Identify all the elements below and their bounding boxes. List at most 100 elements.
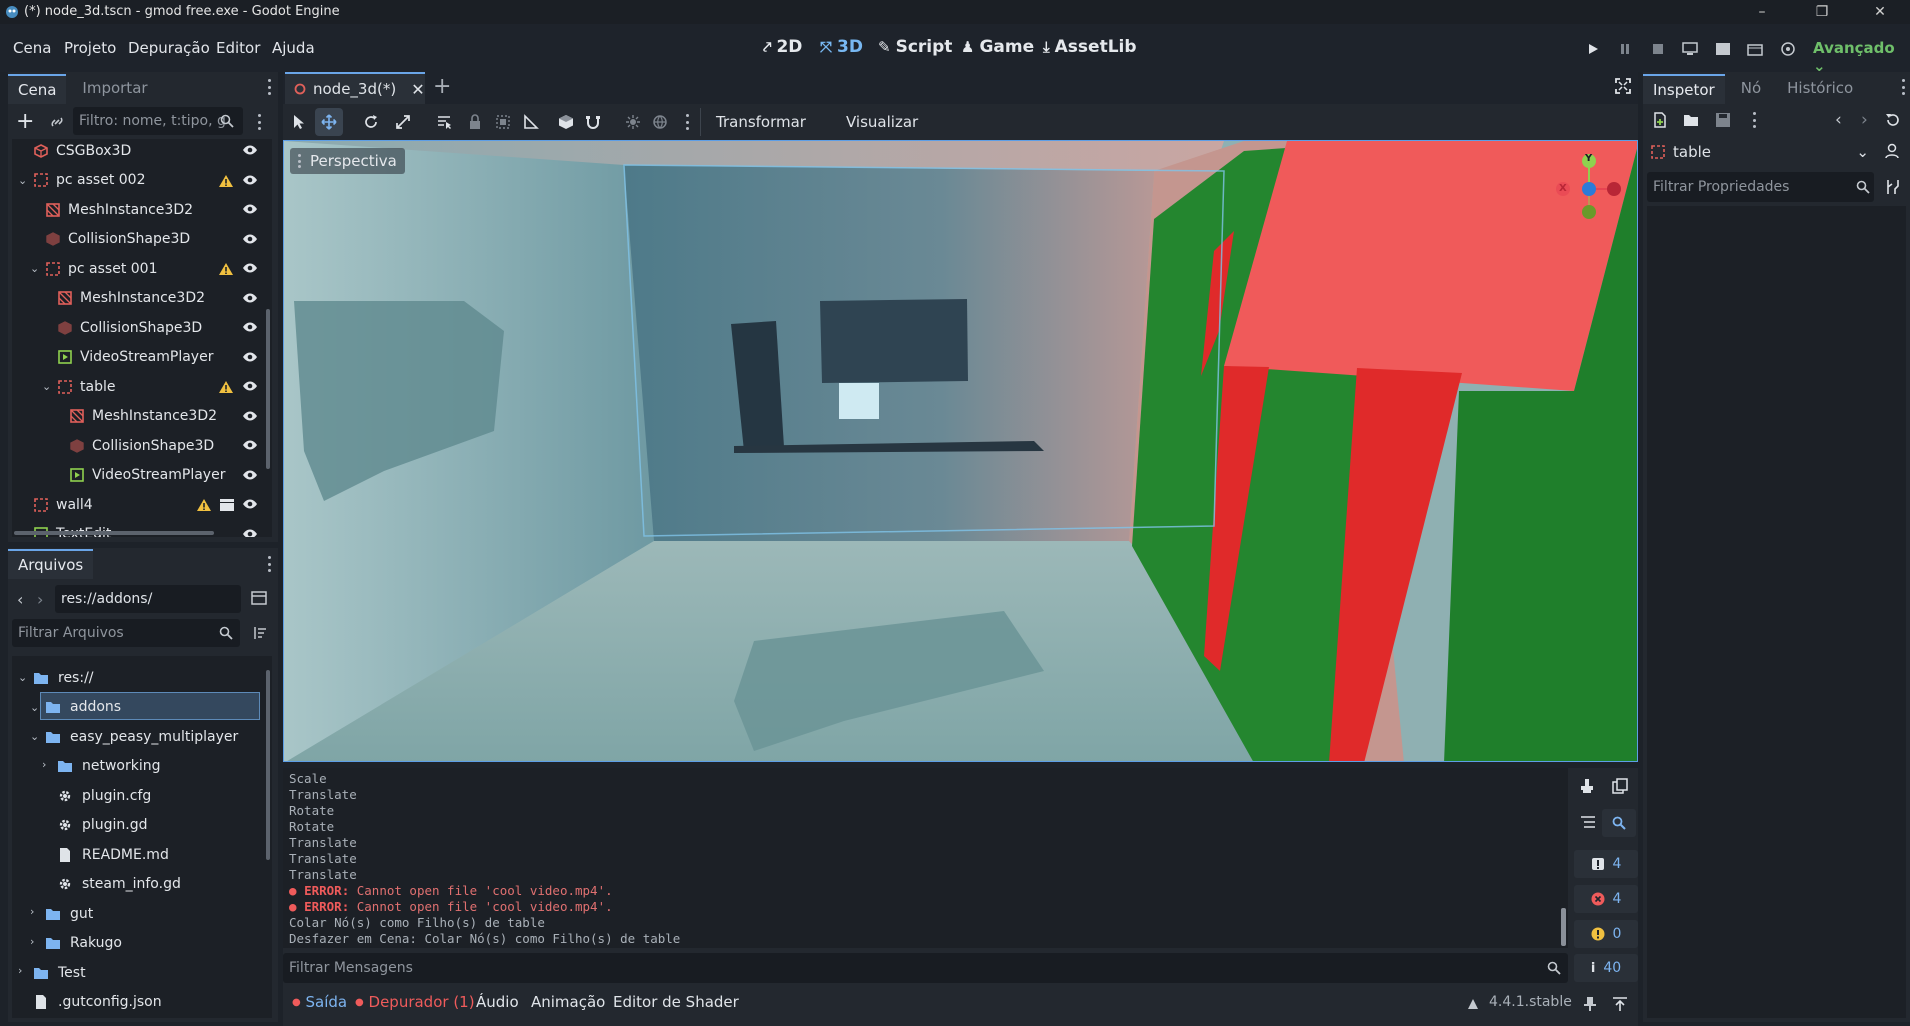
tab-animation[interactable]: Animação (531, 993, 605, 1011)
play-scene-icon[interactable] (1711, 38, 1735, 60)
scene-node-row[interactable]: CSGBox3D (32, 139, 272, 165)
visibility-eye-icon[interactable] (242, 203, 258, 215)
property-tools-icon[interactable] (1885, 179, 1901, 195)
file-row[interactable]: › Rakugo (30, 929, 122, 958)
move-tool-icon[interactable] (315, 108, 343, 136)
visibility-eye-icon[interactable] (242, 351, 258, 363)
expand-arrow-icon[interactable]: ⌄ (42, 380, 51, 393)
filter-messages-toggle[interactable]: 4 (1574, 850, 1638, 878)
dock-menu-icon[interactable] (266, 79, 272, 95)
pin-icon[interactable] (1583, 996, 1597, 1012)
scene-node-row[interactable]: VideoStreamPlayer (56, 343, 272, 372)
expand-arrow-icon[interactable]: › (42, 758, 46, 771)
visibility-eye-icon[interactable] (242, 380, 258, 392)
expand-arrow-icon[interactable]: › (30, 905, 34, 918)
close-tab-icon[interactable]: ✕ (411, 80, 424, 99)
file-row[interactable]: › Test (18, 958, 86, 987)
expand-arrow-icon[interactable]: ⌄ (30, 262, 39, 275)
tab-inspector[interactable]: Inspetor (1643, 74, 1725, 104)
scene-options-icon[interactable] (256, 114, 262, 130)
tab-cena[interactable]: Cena (8, 74, 67, 104)
file-row[interactable]: › networking (42, 752, 161, 781)
mode-script-button[interactable]: ✎ Script (878, 37, 952, 57)
pause-button[interactable] (1613, 38, 1637, 60)
local-space-icon[interactable] (558, 114, 574, 130)
scene-node-row[interactable]: MeshInstance3D2 (44, 195, 272, 224)
visibility-eye-icon[interactable] (242, 469, 258, 481)
tab-history[interactable]: Histórico (1777, 74, 1863, 104)
copy-output-icon[interactable] (1612, 778, 1628, 794)
scene-node-row[interactable]: ⌄ pc asset 002 (18, 166, 272, 195)
visibility-eye-icon[interactable] (242, 292, 258, 304)
link-icon[interactable] (49, 114, 65, 130)
warning-icon[interactable] (218, 380, 234, 394)
scene-node-row[interactable]: CollisionShape3D (56, 313, 272, 342)
history-back-icon[interactable]: ‹ (1835, 110, 1842, 130)
visibility-eye-icon[interactable] (242, 528, 258, 537)
node-info-icon[interactable] (1885, 143, 1901, 159)
object-history-icon[interactable] (1885, 112, 1901, 128)
save-icon[interactable] (1715, 112, 1731, 128)
toggle-search-button[interactable] (1602, 809, 1636, 837)
tab-shader-editor[interactable]: Editor de Shader (613, 993, 739, 1011)
file-tree-scrollbar[interactable] (266, 670, 270, 860)
stop-button[interactable] (1646, 38, 1670, 60)
property-filter-input[interactable]: Filtrar Propriedades (1647, 172, 1874, 202)
version-label[interactable]: 4.4.1.stable (1489, 994, 1572, 1010)
movie-maker-icon[interactable] (1776, 38, 1800, 60)
remote-debug-icon[interactable] (1678, 38, 1702, 60)
file-row[interactable]: ⌄ addons (30, 693, 121, 722)
scene-node-row[interactable]: ⌄ pc asset 001 (30, 254, 272, 283)
file-row[interactable]: .gut_editor_config.json (32, 1017, 217, 1018)
sort-icon[interactable] (251, 625, 267, 641)
tab-importar[interactable]: Importar (72, 74, 157, 104)
renderer-select[interactable]: Avançado ⌄ (1813, 39, 1910, 75)
output-scrollbar[interactable] (1561, 908, 1566, 946)
add-node-icon[interactable]: + (16, 111, 34, 133)
expand-panel-icon[interactable] (1612, 996, 1628, 1012)
split-view-icon[interactable] (251, 590, 267, 606)
files-menu-icon[interactable] (266, 556, 272, 572)
path-field[interactable]: res://addons/ (55, 585, 241, 613)
select-tool-icon[interactable] (292, 114, 306, 130)
warning-icon[interactable] (218, 174, 234, 188)
open-folder-icon[interactable] (1683, 112, 1699, 128)
collapse-arrow-icon[interactable]: ⌄ (30, 730, 39, 743)
3d-viewport[interactable]: Perspectiva Y X (283, 140, 1638, 762)
file-row[interactable]: plugin.gd (56, 811, 148, 840)
collapse-arrow-icon[interactable]: ⌄ (30, 701, 39, 714)
history-forward-icon[interactable]: › (1861, 110, 1868, 130)
clear-output-icon[interactable] (1580, 778, 1594, 794)
mode-assetlib-button[interactable]: ⤓ AssetLib (1043, 37, 1137, 57)
expand-arrow-icon[interactable]: › (18, 964, 22, 977)
file-row[interactable]: .gutconfig.json (32, 988, 162, 1017)
visibility-eye-icon[interactable] (242, 439, 258, 451)
visibility-eye-icon[interactable] (242, 233, 258, 245)
view-menu[interactable]: Visualizar (846, 113, 918, 131)
tab-node[interactable]: Nó (1731, 74, 1771, 104)
mode-game-button[interactable]: ♟ Game (961, 37, 1034, 57)
filter-info-toggle[interactable]: i 40 (1574, 954, 1638, 982)
scene-node-row[interactable]: wall4 (32, 490, 272, 519)
collapse-icon[interactable] (1580, 815, 1596, 829)
visibility-eye-icon[interactable] (242, 262, 258, 274)
visibility-eye-icon[interactable] (242, 498, 258, 510)
tab-debugger[interactable]: ● Depurador (1) (355, 993, 475, 1011)
inspector-more-icon[interactable] (1751, 112, 1757, 128)
back-icon[interactable]: ‹ (17, 590, 23, 609)
visibility-eye-icon[interactable] (242, 174, 258, 186)
scene-tree-scrollbar[interactable] (266, 309, 270, 469)
scene-node-row[interactable]: CollisionShape3D (44, 225, 272, 254)
file-row[interactable]: › gut (30, 899, 93, 928)
tab-output[interactable]: ● Saída (292, 993, 347, 1011)
close-window-button[interactable]: ✕ (1858, 2, 1902, 22)
file-row[interactable]: README.md (56, 840, 169, 869)
tab-node-3d[interactable]: node_3d(*) ✕ (285, 72, 425, 104)
clapperboard-icon[interactable] (219, 498, 235, 512)
node-selector[interactable]: table ⌄ (1647, 138, 1875, 166)
scene-filter-input[interactable]: Filtro: nome, t:tipo, g (73, 107, 243, 135)
collapse-arrow-icon[interactable]: ⌄ (18, 671, 27, 684)
file-row[interactable]: ⌄ res:// (18, 663, 94, 692)
visibility-eye-icon[interactable] (242, 144, 258, 156)
rotate-tool-icon[interactable] (363, 114, 379, 130)
